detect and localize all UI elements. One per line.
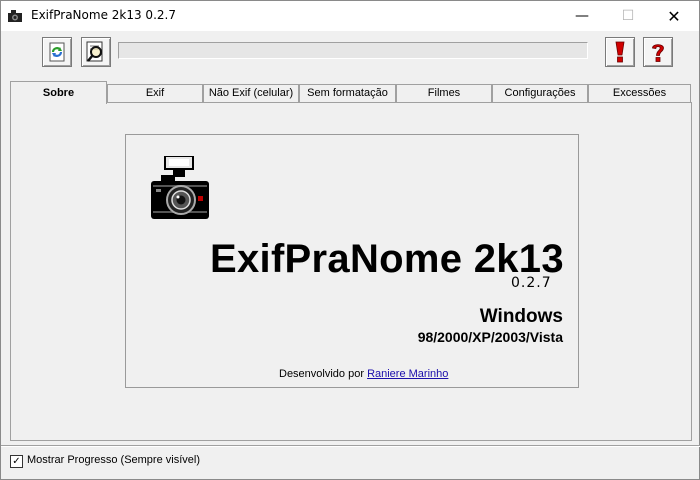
minimize-button[interactable]: — (559, 1, 605, 31)
close-icon: ✕ (667, 6, 681, 26)
refresh-icon (49, 42, 65, 62)
question-icon (652, 44, 664, 62)
search-files-button[interactable] (81, 37, 111, 67)
os-versions: 98/2000/XP/2003/Vista (417, 329, 563, 345)
maximize-button[interactable]: ☐ (605, 1, 651, 31)
developer-link[interactable]: Raniere Marinho (367, 368, 448, 380)
tab-sem-formatacao[interactable]: Sem formatação (299, 84, 396, 103)
footer-divider (1, 445, 700, 447)
exclamation-icon (615, 41, 625, 63)
tab-excessoes[interactable]: Excessões (588, 84, 691, 103)
tab-filmes[interactable]: Filmes (396, 84, 492, 103)
tab-nao-exif[interactable]: Não Exif (celular) (203, 84, 299, 103)
title-bar[interactable]: ExifPraNome 2k13 0.2.7 — ☐ ✕ (1, 1, 699, 31)
refresh-button[interactable] (42, 37, 72, 67)
minimize-icon: — (575, 8, 589, 24)
checkmark-icon: ✓ (12, 456, 21, 467)
maximize-icon: ☐ (621, 8, 635, 24)
help-button[interactable] (643, 37, 673, 67)
camera-icon (151, 156, 209, 219)
close-button[interactable]: ✕ (651, 1, 697, 31)
show-progress-checkbox[interactable]: ✓ (10, 455, 23, 468)
warnings-button[interactable] (605, 37, 635, 67)
developer-credit: Desenvolvido por Raniere Marinho (279, 368, 448, 380)
show-progress-label[interactable]: Mostrar Progresso (Sempre visível) (27, 454, 200, 466)
progress-bar (118, 42, 588, 59)
main-window: ExifPraNome 2k13 0.2.7 — ☐ ✕ Sobre Exif … (0, 0, 700, 480)
developed-by-label: Desenvolvido por (279, 368, 364, 380)
window-title: ExifPraNome 2k13 0.2.7 (31, 8, 176, 22)
tab-sobre[interactable]: Sobre (10, 81, 107, 104)
version-text: 0.2.7 (511, 275, 552, 291)
search-document-icon (86, 41, 103, 62)
tab-configuracoes[interactable]: Configurações (492, 84, 588, 103)
camera-app-icon (8, 10, 22, 22)
os-title: Windows (479, 306, 563, 327)
tab-exif[interactable]: Exif (107, 84, 203, 103)
